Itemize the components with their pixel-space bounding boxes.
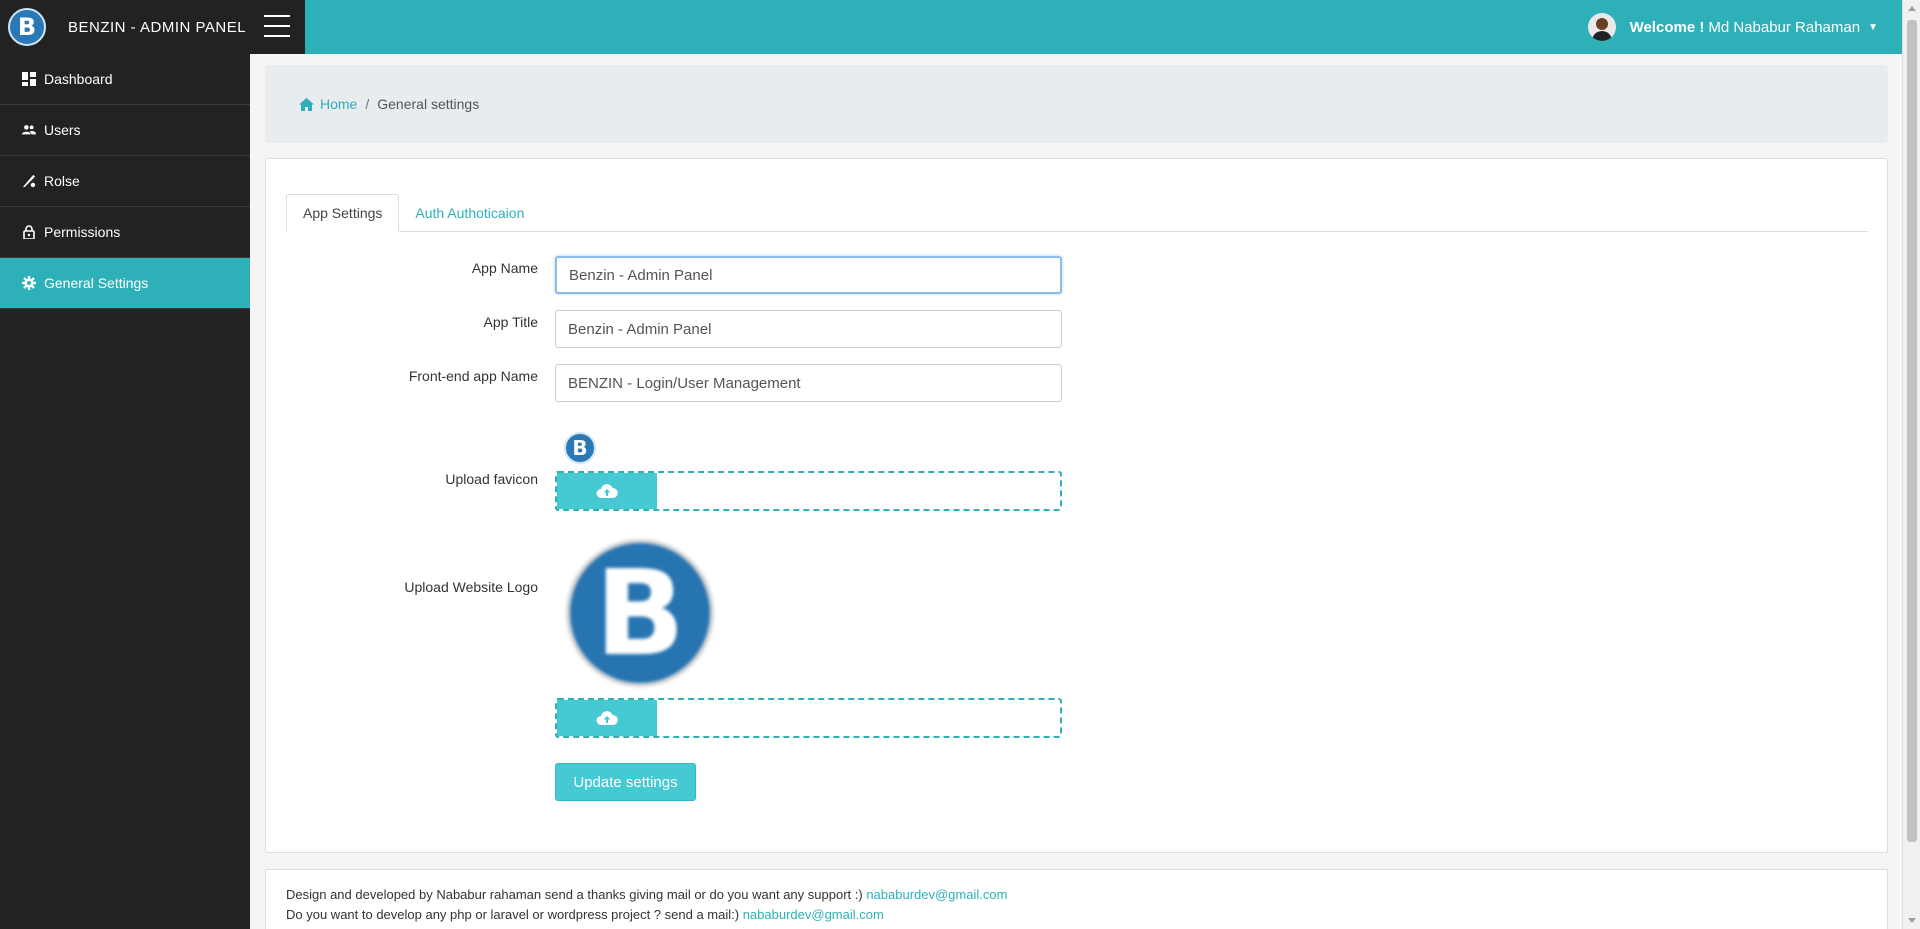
tab-app-settings[interactable]: App Settings — [286, 194, 400, 232]
app-title-input[interactable]: Benzin - Admin Panel — [555, 310, 1062, 348]
favicon-upload[interactable] — [555, 471, 1062, 511]
dashboard-icon — [22, 72, 36, 86]
sidebar-item-general-settings[interactable]: General Settings — [0, 258, 250, 309]
footer-email-link[interactable]: nababurdev@gmail.com — [743, 907, 884, 922]
sidebar-item-label: Dashboard — [44, 71, 113, 87]
sidebar-item-dashboard[interactable]: Dashboard — [0, 54, 250, 105]
user-menu[interactable]: Welcome ! Md Nababur Rahaman ▼ — [1587, 13, 1878, 41]
upload-button[interactable] — [557, 473, 657, 509]
user-name: Md Nababur Rahaman — [1708, 18, 1861, 36]
scroll-up-icon[interactable] — [1908, 6, 1916, 11]
top-navbar: B BENZIN - ADMIN PANEL Welcome ! Md Naba… — [0, 0, 1902, 54]
settings-card: App Settings Auth Authoticaion App Name … — [265, 158, 1888, 853]
scroll-down-icon[interactable] — [1908, 918, 1916, 923]
caret-down-icon: ▼ — [1868, 21, 1878, 33]
breadcrumb-current: General settings — [377, 96, 480, 112]
footer-text: Do you want to develop any php or larave… — [286, 907, 740, 922]
footer: Design and developed by Nababur rahaman … — [265, 869, 1888, 929]
gear-icon — [22, 276, 36, 290]
sidebar-item-label: Permissions — [44, 224, 121, 240]
brand[interactable]: B BENZIN - ADMIN PANEL — [0, 0, 305, 54]
sidebar-item-permissions[interactable]: Permissions — [0, 207, 250, 258]
cloud-upload-icon — [596, 711, 618, 725]
avatar — [1587, 13, 1616, 41]
footer-line-2: Do you want to develop any php or larave… — [286, 905, 1867, 925]
footer-text: Design and developed by Nababur rahaman … — [286, 887, 863, 902]
lock-icon — [22, 225, 36, 239]
scroll-thumb[interactable] — [1907, 20, 1917, 842]
footer-email-link[interactable]: nababurdev@gmail.com — [866, 887, 1007, 902]
footer-line-1: Design and developed by Nababur rahaman … — [286, 885, 1867, 905]
sidebar-item-roles[interactable]: Rolse — [0, 156, 250, 207]
favicon-label: Upload favicon — [445, 471, 538, 487]
update-settings-button[interactable]: Update settings — [555, 763, 696, 801]
sidebar-item-label: General Settings — [44, 275, 149, 291]
breadcrumb-home-label: Home — [320, 96, 358, 112]
settings-tabs: App Settings Auth Authoticaion — [286, 194, 1868, 232]
page-scrollbar[interactable] — [1902, 0, 1920, 929]
favicon-preview: B — [564, 432, 596, 464]
breadcrumb: Home / General settings — [265, 65, 1888, 143]
frontend-name-input[interactable]: BENZIN - Login/User Management — [555, 364, 1062, 402]
roles-icon — [22, 174, 36, 188]
logo-label: Upload Website Logo — [404, 579, 538, 595]
sidebar-item-label: Rolse — [44, 173, 80, 189]
tab-auth-authentication[interactable]: Auth Authoticaion — [399, 194, 540, 232]
sidebar-item-label: Users — [44, 122, 81, 138]
sidebar: Dashboard Users Rolse Permissions Genera… — [0, 54, 250, 929]
app-name-input[interactable]: Benzin - Admin Panel — [555, 256, 1062, 294]
breadcrumb-separator: / — [365, 96, 370, 112]
brand-logo: B — [8, 8, 46, 46]
logo-preview: B — [566, 539, 714, 687]
frontend-name-label: Front-end app Name — [408, 368, 538, 384]
brand-name: BENZIN - ADMIN PANEL — [68, 18, 247, 36]
upload-button[interactable] — [557, 700, 657, 736]
breadcrumb-home-link[interactable]: Home — [299, 96, 357, 112]
logo-upload[interactable] — [555, 698, 1062, 738]
users-icon — [22, 123, 36, 137]
home-icon — [299, 97, 314, 111]
cloud-upload-icon — [596, 484, 618, 498]
menu-toggle-icon[interactable] — [264, 15, 290, 39]
welcome-label: Welcome ! — [1629, 18, 1705, 36]
app-name-label: App Name — [471, 260, 538, 276]
sidebar-item-users[interactable]: Users — [0, 105, 250, 156]
app-title-label: App Title — [483, 314, 538, 330]
